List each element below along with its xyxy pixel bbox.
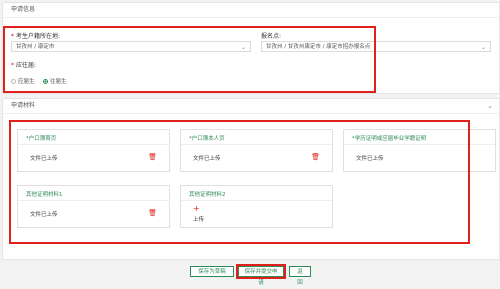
material-card-education-proof: *学历证明或应届毕业学籍证明 文件已上传 [343, 129, 496, 172]
trash-icon[interactable]: 🗑 [148, 153, 157, 161]
chevron-down-icon: ⌄ [240, 44, 246, 51]
section-header-materials: 申请材料 ⌄ [3, 99, 499, 114]
chevron-down-icon: ⌄ [480, 44, 486, 51]
divider [18, 144, 169, 145]
material-card-other-proof-1: 其他证明材料1 文件已上传 🗑 [17, 185, 170, 228]
material-card-household-first-page: *户口簿首页 文件已上传 🗑 [17, 129, 170, 172]
plus-icon[interactable]: + [193, 204, 200, 213]
graduation-status-label: * 应往届: [11, 62, 37, 69]
upload-button-label[interactable]: 上传 [193, 215, 204, 223]
chevron-down-icon[interactable]: ⌄ [487, 99, 493, 113]
signup-point-label: 报名点: [261, 33, 282, 40]
application-info-card: 申请信息 * 考生户籍所在地: 甘孜州 / 康定市 ⌄ 报名点: 甘孜州 / 甘孜… [2, 2, 500, 94]
radio-previous-graduate[interactable]: 往届生 [43, 77, 67, 85]
upload-status: 文件已上传 [30, 212, 58, 218]
material-title: *户口簿首页 [26, 136, 57, 142]
material-title: 其他证明材料1 [26, 192, 63, 198]
upload-status: 文件已上传 [356, 156, 384, 162]
radio-current-graduate[interactable]: 应届生 [11, 77, 35, 85]
material-title: *学历证明或应届毕业学籍证明 [352, 136, 427, 142]
signup-point-select[interactable]: 甘孜州 / 甘孜州康定市 / 康定市招办报名点 ⌄ [261, 41, 491, 52]
radio-icon [11, 79, 16, 84]
divider [18, 200, 169, 201]
save-draft-button[interactable]: 保存为草稿 [190, 266, 234, 277]
radio-checked-icon [43, 79, 48, 84]
divider [344, 144, 495, 145]
material-card-household-personal-page: *户口簿本人页 文件已上传 🗑 [180, 129, 333, 172]
material-card-other-proof-2: 其他证明材料2 + 上传 [180, 185, 333, 228]
section-title: 申请材料 [11, 102, 36, 109]
save-submit-button[interactable]: 保存并提交申请 [238, 266, 284, 286]
household-label: * 考生户籍所在地: [11, 33, 61, 40]
upload-status: 文件已上传 [193, 156, 221, 162]
trash-icon[interactable]: 🗑 [148, 209, 157, 217]
divider [181, 144, 332, 145]
application-materials-card: 申请材料 ⌄ *户口簿首页 文件已上传 🗑 *户口簿本人页 文件已上传 🗑 *学… [2, 98, 500, 260]
trash-icon[interactable]: 🗑 [311, 153, 320, 161]
back-button[interactable]: 返 回 [289, 266, 311, 286]
section-title: 申请信息 [11, 6, 36, 13]
section-header-application-info: 申请信息 [3, 3, 499, 18]
upload-status: 文件已上传 [30, 156, 58, 162]
divider [181, 200, 332, 201]
material-title: 其他证明材料2 [189, 192, 226, 198]
material-title: *户口簿本人页 [189, 136, 225, 142]
household-select[interactable]: 甘孜州 / 康定市 ⌄ [11, 41, 251, 52]
